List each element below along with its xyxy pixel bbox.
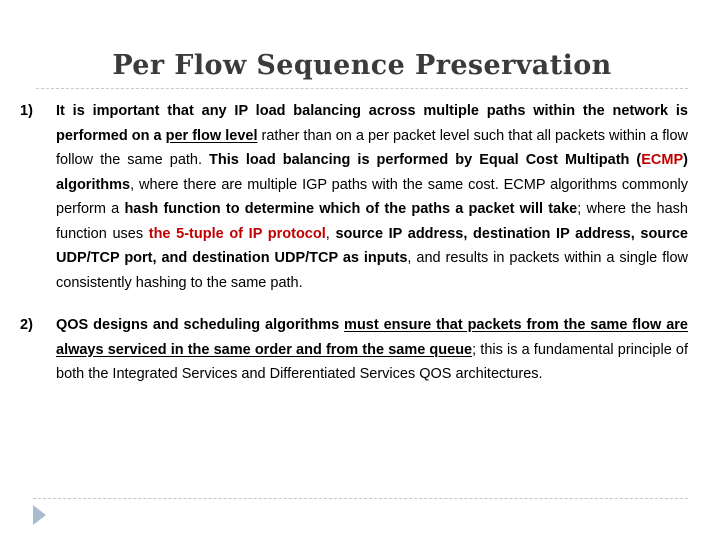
slide-canvas: Per Flow Sequence Preservation 1) It is … <box>0 0 720 540</box>
text-run: ECMP <box>641 152 684 168</box>
title-divider <box>36 88 688 89</box>
text-run: per flow level <box>165 127 258 144</box>
text-run: QOS designs and scheduling algorithms <box>56 317 345 333</box>
slide-body: 1) It is important that any IP load bala… <box>20 99 688 387</box>
list-item: 1) It is important that any IP load bala… <box>20 99 688 295</box>
list-item-text: It is important that any IP load balanci… <box>56 99 688 295</box>
page-title: Per Flow Sequence Preservation <box>112 50 612 81</box>
list-item: 2) QOS designs and scheduling algorithms… <box>20 313 688 387</box>
list-item-marker: 1) <box>20 103 33 119</box>
text-run: hash function to determine which of the … <box>124 201 578 217</box>
list-item-marker: 2) <box>20 317 33 333</box>
text-run: the 5-tuple of IP protocol <box>148 225 326 242</box>
text-run: This load balancing is performed by Equa… <box>209 152 642 168</box>
numbered-list: 1) It is important that any IP load bala… <box>20 99 688 387</box>
text-run: , <box>325 225 336 242</box>
footer-divider <box>33 498 688 499</box>
list-item-text: QOS designs and scheduling algorithms mu… <box>56 313 688 387</box>
play-triangle-icon <box>33 505 46 525</box>
